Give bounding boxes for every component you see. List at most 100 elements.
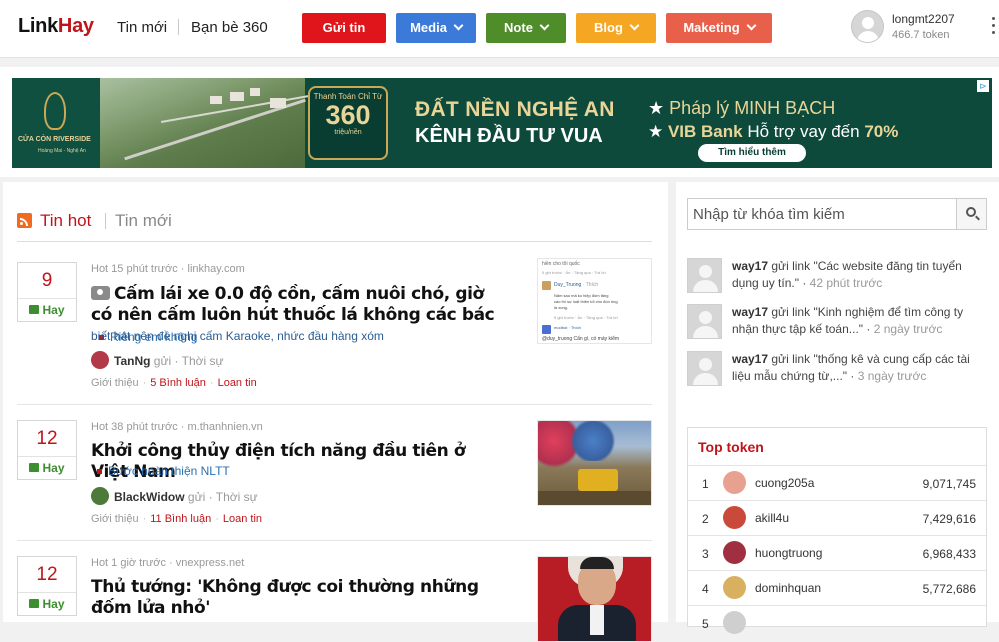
post-domain[interactable]: vnexpress.net [176,557,244,569]
post-actions: Giới thiệu · 5 Bình luận · Loan tin [91,377,257,389]
post-actions: Giới thiệu · 11 Bình luận · Loan tin [91,513,263,525]
post-title[interactable]: Thủ tướng: 'Không được coi thường những … [91,577,506,619]
activity-item[interactable]: way17 gửi link "Các website đăng tin tuy… [687,258,987,298]
more-options-icon[interactable] [992,17,996,38]
thumb-text: 5 giờ trước · Ẩn · Tặng quà · Trả lời [554,315,618,320]
banner-cta-button[interactable]: Tìm hiểu thêm [698,144,806,162]
token-user-avatar[interactable] [723,576,746,599]
user-avatar[interactable] [851,10,884,43]
token-user-avatar[interactable] [723,611,746,634]
hay-button[interactable]: Hay [18,299,76,321]
token-user-name[interactable]: dominhquan [755,581,821,595]
activity-avatar[interactable] [687,351,722,386]
point1-strong: MINH BẠCH [734,98,836,118]
post-thumbnail[interactable] [537,556,652,642]
comments-link[interactable]: 11 Bình luận [150,513,211,525]
post-thumbnail[interactable] [537,420,652,506]
note-menu-button[interactable]: Note [486,13,566,43]
activity-user[interactable]: way17 [732,352,768,366]
post-hot-time: Hot 38 phút trước [91,421,178,433]
camera-icon [91,286,110,300]
site-logo[interactable]: LinkHay [18,15,94,38]
banner-headline-1: ĐẤT NỀN NGHỆ AN [415,98,615,121]
author-avatar[interactable] [91,351,109,369]
tab-divider [105,213,106,229]
author-name[interactable]: TanNg [114,354,150,368]
search-button[interactable] [956,199,986,229]
activity-user[interactable]: way17 [732,305,768,319]
activity-item[interactable]: way17 gửi link "Kinh nghiệm để tìm công … [687,304,987,344]
note-label: Note [504,20,533,35]
token-user-name[interactable]: huongtruong [755,546,822,560]
token-row[interactable]: 5 [688,605,986,640]
post-thumbnail[interactable]: hiền cho tôi quốc 5 giờ trước · Ẩn · Tặn… [537,258,652,344]
token-user-name[interactable]: cuong205a [755,476,814,490]
hay-button[interactable]: Hay [18,593,76,615]
hay-button[interactable]: Hay [18,457,76,479]
share-link[interactable]: Loan tin [218,377,257,389]
banner-headline-2: KÊNH ĐẦU TƯ VUA [415,125,603,147]
token-row[interactable]: 1 cuong205a 9,071,745 [688,465,986,500]
tab-tin-moi[interactable]: Tin mới [115,211,172,231]
post-domain[interactable]: m.thanhnien.vn [188,421,263,433]
media-label: Media [410,20,447,35]
submit-news-label: Gửi tin [322,20,366,35]
activity-avatar[interactable] [687,258,722,293]
blog-label: Blog [594,20,623,35]
activity-user[interactable]: way17 [732,259,768,273]
token-row[interactable]: 4 dominhquan 5,772,686 [688,570,986,605]
blog-menu-button[interactable]: Blog [576,13,656,43]
activity-time: 2 ngày trước [873,322,943,336]
comments-link[interactable]: 5 Bình luận [150,377,206,389]
author-avatar[interactable] [91,487,109,505]
token-user-avatar[interactable] [723,541,746,564]
ad-choices-icon[interactable]: ⊳ [977,80,989,92]
activity-text: way17 gửi link "thống kê và cung cấp các… [732,352,970,383]
top-token-panel: Top token 1 cuong205a 9,071,745 2 akill4… [687,427,987,634]
post-section[interactable]: Thời sự [182,354,224,368]
vote-box: 9 Hay [17,262,77,322]
intro-link[interactable]: Giới thiệu [91,513,139,525]
tab-tin-hot[interactable]: Tin hot [40,211,91,231]
activity-item[interactable]: way17 gửi link "thống kê và cung cấp các… [687,351,987,391]
activity-link[interactable]: "thống kê và cung cấp các tài liệu mẫu c… [732,352,970,383]
post-hot-time: Hot 15 phút trước [91,263,178,275]
search-input[interactable] [688,199,956,229]
post-category[interactable]: Bước hoàn thiện NLTT [91,464,230,478]
submit-news-button[interactable]: Gửi tin [302,13,386,43]
nav-ban-be-360[interactable]: Bạn bè 360 [191,19,268,36]
activity-avatar[interactable] [687,304,722,339]
token-user-avatar[interactable] [723,506,746,529]
thumb-body: Năm sau mà ko hiệp đồm tăng cao thì sự lu… [554,293,618,310]
thumb-text: · Thích [582,282,599,288]
intro-link[interactable]: Giới thiệu [91,377,139,389]
thumb-text: @duy_truong Cẩn gì, có máy kiểm [542,336,620,342]
banner-point-2: ★ VIB Bank Hỗ trợ vay đến 70% [648,122,899,141]
thumbs-up-icon [29,599,40,608]
chevron-down-icon [629,20,640,31]
nav-tin-moi[interactable]: Tin mới [117,19,167,36]
point1-prefix: Pháp lý [669,98,735,118]
post-domain[interactable]: linkhay.com [188,263,245,275]
token-user-avatar[interactable] [723,471,746,494]
post-author: TanNg gửi · Thời sự [91,351,224,369]
share-link[interactable]: Loan tin [223,513,262,525]
vote-box: 12 Hay [17,556,77,616]
token-row[interactable]: 3 huongtruong 6,968,433 [688,535,986,570]
marketing-menu-button[interactable]: Maketing [666,13,772,43]
post-section[interactable]: Thời sự [216,490,258,504]
author-action: gửi [153,354,172,368]
token-user-name[interactable]: akill4u [755,511,789,525]
author-name[interactable]: BlackWidow [114,490,185,504]
token-row[interactable]: 2 akill4u 7,429,616 [688,500,986,535]
badge-number: 360 [325,100,371,130]
token-rank: 3 [702,547,709,561]
activity-verb: gửi link [771,259,811,273]
thumbs-up-icon [29,463,40,472]
media-menu-button[interactable]: Media [396,13,476,43]
user-name[interactable]: longmt2207 [892,12,955,26]
post-divider [17,404,652,405]
advertisement-banner[interactable]: CỬA CÒN RIVERSIDE Hoàng Mai - Nghệ An Th… [12,78,992,168]
rss-icon[interactable] [17,213,32,228]
post-meta: Hot 1 giờ trước · vnexpress.net [91,557,245,569]
